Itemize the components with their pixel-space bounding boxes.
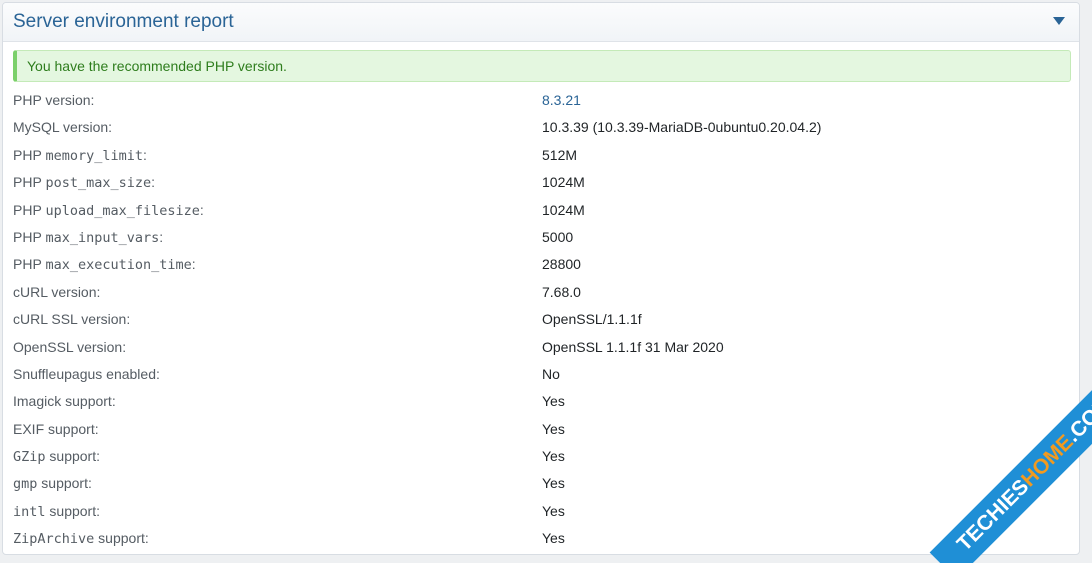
row-label: cURL version:: [13, 284, 100, 300]
row-label-text: cURL version:: [13, 283, 101, 300]
row-label: Imagick support:: [13, 393, 116, 409]
row-label-code: memory_limit: [45, 147, 143, 164]
row-label-text: EXIF support:: [13, 420, 99, 437]
report-row: PHP max_input_vars: 5000: [13, 224, 1071, 251]
panel-header[interactable]: Server environment report: [3, 3, 1079, 42]
php-version-alert: You have the recommended PHP version.: [13, 50, 1071, 82]
row-value: 28800: [542, 256, 581, 273]
row-label-text: support:: [37, 475, 92, 492]
row-label-text: :: [191, 256, 196, 273]
report-row: gmp support: Yes: [13, 470, 1071, 497]
report-row: PHP memory_limit: 512M: [13, 142, 1071, 169]
row-label: MySQL version:: [13, 119, 112, 135]
row-label-text: support:: [94, 530, 149, 547]
row-value: 1024M: [542, 174, 585, 191]
report-row: PHP max_execution_time: 28800: [13, 251, 1071, 278]
report-row: EXIF support: Yes: [13, 416, 1071, 443]
row-label-text: support:: [45, 448, 100, 465]
row-label: PHP upload_max_filesize:: [13, 202, 204, 219]
php-version-link[interactable]: 8.3.21: [542, 92, 581, 108]
row-label: intl support:: [13, 503, 100, 520]
row-label-code: upload_max_filesize: [45, 202, 200, 219]
row-value: Yes: [542, 530, 565, 547]
row-label-prefix: PHP: [13, 201, 46, 218]
report-row: PHP version: 8.3.21: [13, 87, 1071, 114]
row-label-text: PHP version:: [13, 92, 95, 108]
row-value: OpenSSL/1.1.1f: [542, 311, 642, 328]
row-value: 5000: [542, 228, 574, 245]
report-row: PHP post_max_size: 1024M: [13, 169, 1071, 196]
row-value: Yes: [542, 502, 565, 519]
row-label-text: :: [151, 174, 155, 191]
report-row: GZip support: Yes: [13, 443, 1071, 470]
row-value: 512M: [542, 146, 578, 163]
row-value: OpenSSL 1.1.1f 31 Mar 2020: [542, 338, 724, 355]
row-label-text: Snuffleupagus enabled:: [13, 365, 160, 382]
row-label: gmp support:: [13, 475, 92, 492]
row-label-code: ZipArchive: [13, 531, 95, 548]
panel-title: Server environment report: [13, 11, 234, 32]
row-label-code: gmp: [13, 476, 38, 493]
row-label-prefix: PHP: [13, 256, 46, 273]
row-value: 7.68.0: [542, 283, 581, 300]
row-label-code: GZip: [13, 449, 46, 466]
row-label-prefix: PHP: [13, 146, 46, 163]
row-label-text: OpenSSL version:: [13, 338, 127, 355]
server-environment-panel: Server environment report You have the r…: [2, 2, 1080, 555]
row-label: PHP version:: [13, 92, 94, 108]
report-row: cURL SSL version: OpenSSL/1.1.1f: [13, 306, 1071, 333]
report-row: cURL version: 7.68.0: [13, 279, 1071, 306]
report-row: PHP upload_max_filesize: 1024M: [13, 197, 1071, 224]
row-label-text: Imagick support:: [13, 393, 116, 410]
row-label-prefix: PHP: [13, 174, 46, 191]
row-label: ZipArchive support:: [13, 530, 149, 547]
row-label: OpenSSL version:: [13, 339, 126, 355]
row-label: EXIF support:: [13, 421, 99, 437]
row-label-code: max_execution_time: [45, 257, 192, 274]
row-label-text: support:: [45, 502, 100, 519]
row-label-text: :: [199, 201, 204, 218]
report-row: MySQL version: 10.3.39 (10.3.39-MariaDB-0…: [13, 114, 1071, 141]
row-value: No: [542, 365, 560, 382]
report-row: ZipArchive support: Yes: [13, 525, 1071, 552]
row-value: 1024M: [542, 201, 585, 218]
row-label: PHP max_execution_time:: [13, 256, 196, 273]
row-label: PHP memory_limit:: [13, 147, 147, 164]
row-value: Yes: [542, 448, 565, 465]
row-label: PHP post_max_size:: [13, 174, 155, 191]
row-value: 10.3.39 (10.3.39-MariaDB-0ubuntu0.20.04.…: [542, 119, 822, 136]
report-row: OpenSSL version: OpenSSL 1.1.1f 31 Mar 20…: [13, 334, 1071, 361]
row-label-text: MySQL version:: [13, 119, 113, 136]
row-label-text: :: [142, 146, 147, 163]
row-label: Snuffleupagus enabled:: [13, 366, 160, 382]
row-label-prefix: PHP: [13, 228, 46, 245]
report-row: Imagick support: Yes: [13, 388, 1071, 415]
row-value: Yes: [542, 475, 565, 492]
collapse-chevron-icon[interactable]: [1053, 17, 1065, 25]
row-label: cURL SSL version:: [13, 311, 130, 327]
row-label-text: cURL SSL version:: [13, 311, 131, 328]
row-label: PHP max_input_vars:: [13, 229, 163, 246]
row-label-code: max_input_vars: [45, 229, 160, 246]
row-label-code: intl: [13, 503, 46, 520]
row-label-code: post_max_size: [45, 175, 152, 192]
row-label-text: :: [159, 228, 164, 245]
report-rows: PHP version: 8.3.21 MySQL version: 10.3.39 …: [13, 87, 1071, 553]
row-label: GZip support:: [13, 448, 100, 465]
report-row: Snuffleupagus enabled: No: [13, 361, 1071, 388]
row-value: Yes: [542, 420, 565, 437]
row-value: Yes: [542, 393, 565, 410]
report-row: intl support: Yes: [13, 498, 1071, 525]
